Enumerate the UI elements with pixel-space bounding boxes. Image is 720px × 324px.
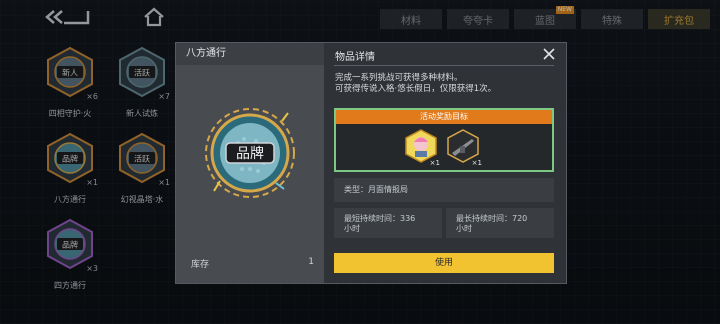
reward-count: ×1 [471,159,482,167]
detail-title: 物品详情 [335,52,375,63]
max-duration: 最长持续时间：720 小时 [446,208,554,238]
item-title: 八方通行 [176,43,324,65]
weapon-reward-icon [447,129,479,163]
character-reward-icon [405,129,437,163]
item-description: 完成一系列挑战可获得多种材料。 可获得传说入格·悠长假日，仅限获得1次。 [335,73,559,95]
item-type: 类型：月面情报局 [334,178,554,202]
reward-item[interactable]: ×1 [404,129,440,167]
stock-label: 库存 [191,260,210,270]
divider [334,65,554,66]
close-icon[interactable] [542,47,556,61]
use-button[interactable]: 使用 [334,253,554,273]
reward-header: 活动奖励目标 [336,110,552,124]
description-line: 完成一系列挑战可获得多种材料。 [335,73,463,83]
min-duration: 最短持续时间：336 小时 [334,208,442,238]
reward-box: 活动奖励目标 ×1 ×1 [334,108,554,172]
item-detail-panel: 物品详情 完成一系列挑战可获得多种材料。 可获得传说入格·悠长假日，仅限获得1次… [324,43,566,283]
stock-value: 1 [308,257,314,267]
brand-badge-icon: 品牌 [205,108,295,198]
reward-item[interactable]: ×1 [446,129,482,167]
item-preview-panel: 八方通行 品牌 库存 1 [176,43,324,283]
description-line: 可获得传说入格·悠长假日，仅限获得1次。 [335,84,497,94]
max-duration-value: 最长持续时间：720 [456,214,528,223]
min-duration-value: 最短持续时间：336 [344,214,416,223]
reward-count: ×1 [429,159,440,167]
svg-text:品牌: 品牌 [236,145,264,162]
min-duration-unit: 小时 [344,224,360,233]
item-detail-modal: 八方通行 品牌 库存 1 物品详情 完成一系列挑战可获得多种材料。 可获得传说入… [175,42,567,284]
max-duration-unit: 小时 [456,224,472,233]
